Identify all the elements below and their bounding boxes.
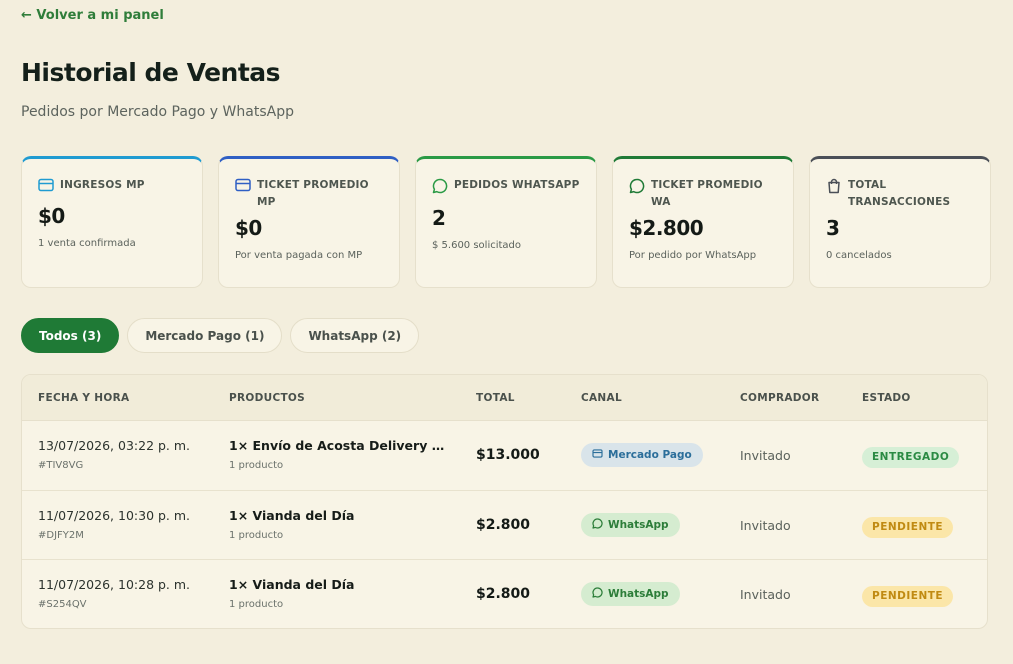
page-title: Historial de Ventas [21, 58, 281, 87]
status-cell: PENDIENTE [862, 515, 954, 538]
status-badge: PENDIENTE [862, 586, 954, 607]
stat-value: $0 [235, 216, 262, 240]
header-date: FECHA Y HORA [38, 392, 130, 404]
channel-badge: WhatsApp [581, 512, 680, 537]
products-cell: 1× Vianda del Día 1 producto [229, 577, 454, 610]
header-channel: CANAL [581, 392, 622, 404]
filter-tab[interactable]: WhatsApp (2) [290, 318, 420, 353]
status-badge: PENDIENTE [862, 516, 954, 538]
chat-icon [592, 587, 603, 601]
stat-head: TICKET PROMEDIO WA [629, 177, 777, 211]
buyer: Invitado [740, 448, 791, 463]
stat-card: TICKET PROMEDIO MP $0 Por venta pagada c… [218, 156, 400, 288]
chat-icon [432, 177, 448, 198]
channel-cell: WhatsApp [581, 582, 680, 606]
stat-card: TICKET PROMEDIO WA $2.800 Por pedido por… [612, 156, 794, 288]
stats-row: INGRESOS MP $0 1 venta confirmada TICKET… [21, 156, 991, 288]
product-count: 1 producto [229, 460, 284, 471]
stat-note: $ 5.600 solicitado [432, 240, 522, 251]
date-cell: 11/07/2026, 10:30 p. m. #DJFY2M [38, 508, 190, 541]
stat-label: PEDIDOS WHATSAPP [454, 179, 580, 191]
product-name: 1× Vianda del Día [229, 507, 355, 523]
status-cell: ENTREGADO [862, 445, 960, 468]
stat-card: PEDIDOS WHATSAPP 2 $ 5.600 solicitado [415, 156, 597, 288]
stat-label: INGRESOS MP [60, 179, 145, 191]
stat-card: INGRESOS MP $0 1 venta confirmada [21, 156, 203, 288]
card-icon [38, 177, 54, 196]
filter-tab[interactable]: Todos (3) [21, 318, 120, 353]
order-code: #S254QV [38, 599, 87, 610]
channel-label: WhatsApp [608, 588, 669, 600]
header-status: ESTADO [862, 392, 911, 404]
back-link[interactable]: ← Volver a mi panel [21, 8, 164, 23]
product-count: 1 producto [229, 529, 284, 541]
products-cell: 1× Envío de Acosta Delivery & Vian... 1 … [229, 438, 454, 471]
stat-head: INGRESOS MP [38, 177, 186, 196]
buyer: Invitado [740, 587, 791, 602]
stat-card: TOTAL TRANSACCIONES 3 0 cancelados [809, 156, 991, 288]
channel-badge: WhatsApp [581, 582, 680, 606]
order-date: 13/07/2026, 03:22 p. m. [38, 438, 191, 453]
buyer: Invitado [740, 517, 791, 533]
status-cell: PENDIENTE [862, 584, 954, 607]
stat-value: 2 [432, 206, 446, 230]
chat-icon [592, 517, 603, 532]
card-icon [592, 449, 603, 461]
stat-head: TOTAL TRANSACCIONES [826, 177, 974, 211]
product-name: 1× Envío de Acosta Delivery & Vian... [229, 438, 454, 453]
stat-head: TICKET PROMEDIO MP [235, 177, 383, 211]
bag-icon [826, 177, 842, 198]
order-code: #DJFY2M [38, 529, 84, 541]
stat-note: Por venta pagada con MP [235, 250, 363, 261]
channel-cell: WhatsApp [581, 512, 680, 537]
table-header: FECHA Y HORA PRODUCTOS TOTAL CANAL COMPR… [22, 375, 987, 421]
stat-label: TICKET PROMEDIO WA [651, 179, 763, 208]
header-products: PRODUCTOS [229, 392, 306, 404]
date-cell: 11/07/2026, 10:28 p. m. #S254QV [38, 577, 190, 610]
filter-tabs: Todos (3) Mercado Pago (1) WhatsApp (2) [21, 318, 420, 353]
status-badge: ENTREGADO [862, 447, 960, 468]
order-date: 11/07/2026, 10:28 p. m. [38, 577, 191, 592]
table-row[interactable]: 13/07/2026, 03:22 p. m. #TIV8VG 1× Envío… [22, 421, 987, 491]
order-total: $2.800 [476, 516, 531, 533]
page-subtitle: Pedidos por Mercado Pago y WhatsApp [21, 104, 294, 120]
product-name: 1× Vianda del Día [229, 577, 355, 592]
channel-label: WhatsApp [608, 518, 669, 531]
table-row[interactable]: 11/07/2026, 10:28 p. m. #S254QV 1× Viand… [22, 560, 987, 628]
stat-label: TOTAL TRANSACCIONES [848, 179, 951, 208]
sales-table: FECHA Y HORA PRODUCTOS TOTAL CANAL COMPR… [21, 374, 988, 629]
stat-note: 1 venta confirmada [38, 238, 136, 249]
order-total: $2.800 [476, 586, 531, 602]
filter-tab[interactable]: Mercado Pago (1) [127, 318, 283, 353]
table-row[interactable]: 11/07/2026, 10:30 p. m. #DJFY2M 1× Viand… [22, 491, 987, 560]
chat-icon [629, 177, 645, 198]
channel-cell: Mercado Pago [581, 443, 703, 467]
product-count: 1 producto [229, 599, 284, 610]
order-total: $13.000 [476, 447, 540, 463]
stat-label: TICKET PROMEDIO MP [257, 179, 369, 208]
channel-label: Mercado Pago [608, 449, 692, 461]
stat-value: 3 [826, 216, 840, 240]
channel-badge: Mercado Pago [581, 443, 703, 467]
card-icon [235, 177, 251, 196]
order-date: 11/07/2026, 10:30 p. m. [38, 507, 191, 523]
stat-value: $2.800 [629, 216, 704, 240]
stat-note: 0 cancelados [826, 250, 892, 261]
page: ← Volver a mi panel Historial de Ventas … [0, 0, 1013, 664]
stat-head: PEDIDOS WHATSAPP [432, 177, 580, 198]
table-body: 13/07/2026, 03:22 p. m. #TIV8VG 1× Envío… [22, 421, 987, 628]
order-code: #TIV8VG [38, 460, 84, 471]
date-cell: 13/07/2026, 03:22 p. m. #TIV8VG [38, 438, 190, 471]
header-buyer: COMPRADOR [740, 392, 820, 404]
products-cell: 1× Vianda del Día 1 producto [229, 508, 454, 541]
stat-value: $0 [38, 204, 65, 228]
stat-note: Por pedido por WhatsApp [629, 250, 757, 261]
header-total: TOTAL [476, 392, 515, 404]
